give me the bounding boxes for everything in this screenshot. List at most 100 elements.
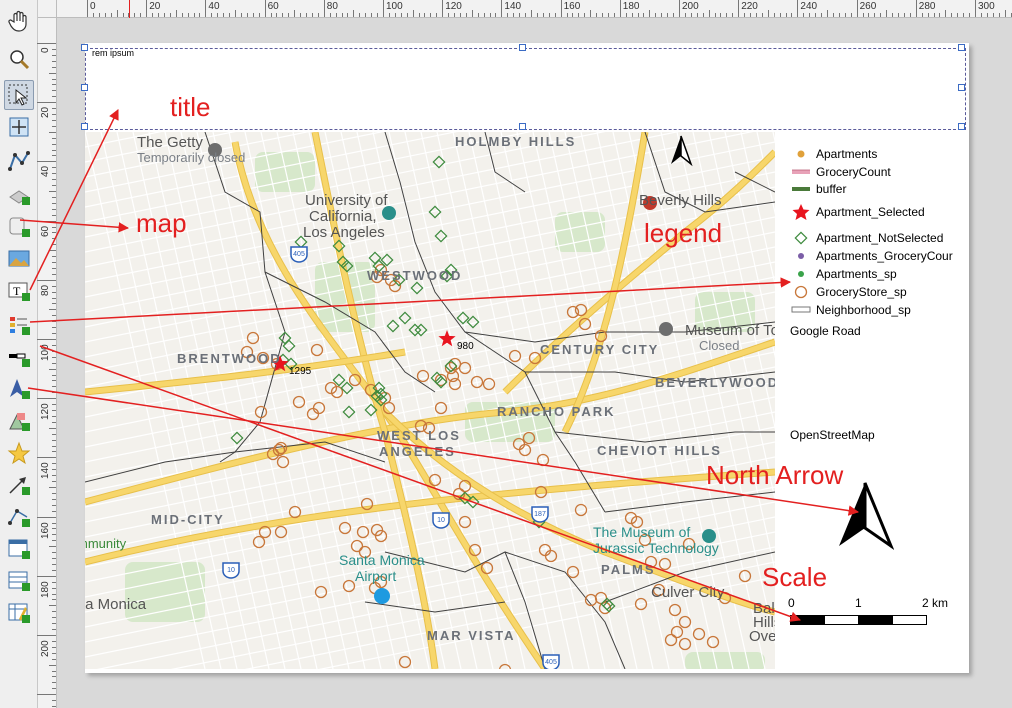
legend-entry: GroceryStore_sp: [790, 284, 907, 300]
small-north-arrow-icon[interactable]: [668, 134, 694, 168]
3d-map-icon: [9, 190, 30, 205]
edit-nodes-tool[interactable]: [4, 146, 34, 176]
selection-handle[interactable]: [519, 123, 526, 130]
vertical-ruler[interactable]: 0 20 40 60 80 100 120 140 160 180 200: [37, 18, 57, 708]
add-html-tool[interactable]: [4, 534, 34, 564]
legend-symbol-purple-dot-icon: [798, 253, 804, 259]
add-marker-icon: [7, 441, 31, 465]
ruler-top-label: 140: [504, 1, 522, 12]
ruler-left-label: 160: [40, 521, 51, 539]
grocery-store-marker: [288, 505, 302, 519]
add-marker-tool[interactable]: [4, 438, 34, 468]
highway-shield-label: 10: [227, 567, 235, 574]
north-arrow-icon[interactable]: [836, 480, 894, 550]
add-attribute-table-tool[interactable]: [4, 566, 34, 596]
grocery-store-marker: [668, 603, 682, 617]
selection-handle[interactable]: [519, 44, 526, 51]
apartment-not-selected-marker: [278, 331, 292, 345]
legend-symbol-pink-line-icon: [792, 169, 810, 174]
ruler-top-label: 240: [800, 1, 818, 12]
selection-handle[interactable]: [958, 123, 965, 130]
select-tool[interactable]: [4, 80, 34, 110]
map-place-label: Jurassic Technology: [593, 540, 719, 556]
grocery-store-marker: [458, 515, 472, 529]
title-label-frame[interactable]: [85, 48, 966, 130]
move-content-tool[interactable]: [4, 112, 34, 142]
map-place-label: Los Angeles: [303, 224, 385, 241]
apartment-not-selected-marker: [410, 281, 424, 295]
map-place-label: Temporarily closed: [137, 150, 246, 165]
grocery-store-marker: [310, 343, 324, 357]
grocery-store-marker: [678, 615, 692, 629]
ruler-top-label: 100: [386, 1, 403, 12]
legend-symbol-orange-dot-icon: [797, 150, 805, 158]
legend-entry: Neighborhood_sp: [790, 302, 911, 318]
grocery-store-marker: [458, 361, 472, 375]
map-place-label: Closed: [699, 338, 740, 353]
legend-entry: Apartment_Selected: [790, 204, 925, 220]
scale-label-2: 2 km: [922, 596, 949, 610]
map-place-label: BEVERLYWOOD: [655, 375, 775, 390]
add-legend-tool[interactable]: [4, 310, 34, 340]
highway-shield-label: 187: [534, 511, 546, 518]
add-picture-icon: [8, 250, 30, 267]
legend-symbol-green-dot-icon: [798, 271, 804, 277]
selection-handle[interactable]: [81, 84, 88, 91]
add-picture-tool[interactable]: [4, 244, 34, 274]
map-place-label: Beverly Hills: [639, 192, 722, 209]
add-shape-tool[interactable]: [4, 406, 34, 436]
map-place-label: ANGELES: [379, 444, 456, 459]
add-3d-map-tool[interactable]: [4, 180, 34, 210]
map-place-label: MID-CITY: [151, 512, 225, 527]
ruler-top-label: 0: [90, 1, 96, 12]
selection-handle[interactable]: [958, 44, 965, 51]
airport-poi-icon: [374, 588, 390, 604]
grocery-store-marker: [252, 535, 266, 549]
add-arrow-tool[interactable]: [4, 470, 34, 500]
map-place-label: BRENTWOOD: [177, 351, 282, 366]
selection-handle[interactable]: [81, 123, 88, 130]
add-map-icon: [9, 217, 30, 237]
map-place-label: Ove: [749, 628, 775, 645]
add-fixed-table-icon: [8, 603, 30, 623]
grocery-store-marker: [292, 395, 306, 409]
grocery-store-marker: [574, 303, 588, 317]
ruler-corner: [38, 0, 57, 18]
highway-shield-label: 405: [293, 251, 305, 258]
grocery-store-marker: [706, 635, 720, 649]
park-area: [685, 652, 765, 669]
add-node-item-tool[interactable]: [4, 502, 34, 532]
scale-label-0: 0: [788, 596, 795, 610]
legend-symbol-green-line-icon: [792, 187, 810, 191]
edit-nodes-icon: [8, 151, 30, 171]
legend-symbol-orange-circle-icon: [794, 285, 808, 299]
legend-symbol-gray-box-icon: [791, 306, 811, 313]
ruler-left-label: 80: [40, 284, 51, 296]
park-area: [555, 212, 605, 252]
add-fixed-table-tool[interactable]: [4, 598, 34, 628]
selection-handle[interactable]: [958, 84, 965, 91]
add-map-tool[interactable]: [4, 212, 34, 242]
ruler-top-label: 20: [149, 1, 161, 12]
add-north-arrow-tool[interactable]: [4, 374, 34, 404]
pan-tool[interactable]: [4, 6, 34, 36]
ruler-top-label: 120: [445, 1, 462, 12]
selection-handle[interactable]: [81, 44, 88, 51]
add-arrow-icon: [9, 477, 30, 495]
add-north-arrow-icon: [10, 379, 30, 399]
add-scalebar-tool[interactable]: [4, 342, 34, 372]
map-place-label: CHEVIOT HILLS: [597, 443, 722, 458]
ruler-left-label: 20: [40, 107, 51, 119]
minor-street: [452, 132, 574, 669]
legend-label: Apartments_GroceryCour: [816, 249, 953, 263]
add-shape-icon: [9, 413, 30, 431]
zoom-tool[interactable]: [4, 44, 34, 74]
cursor-position-marker: [129, 0, 130, 18]
add-label-tool[interactable]: T: [4, 276, 34, 306]
legend-entry: GroceryCount: [790, 164, 891, 180]
grocery-count-label: 980: [457, 341, 474, 352]
annotation-north-arrow: North Arrow: [706, 460, 844, 490]
grocery-store-marker: [448, 377, 462, 391]
map-item[interactable]: 405 10 10 405 187 The Getty Temporarily close…: [85, 132, 775, 669]
horizontal-ruler[interactable]: 0 20 40 60 80 100 120 140 160 180 200 220 240 260 280 3…: [57, 0, 1012, 18]
